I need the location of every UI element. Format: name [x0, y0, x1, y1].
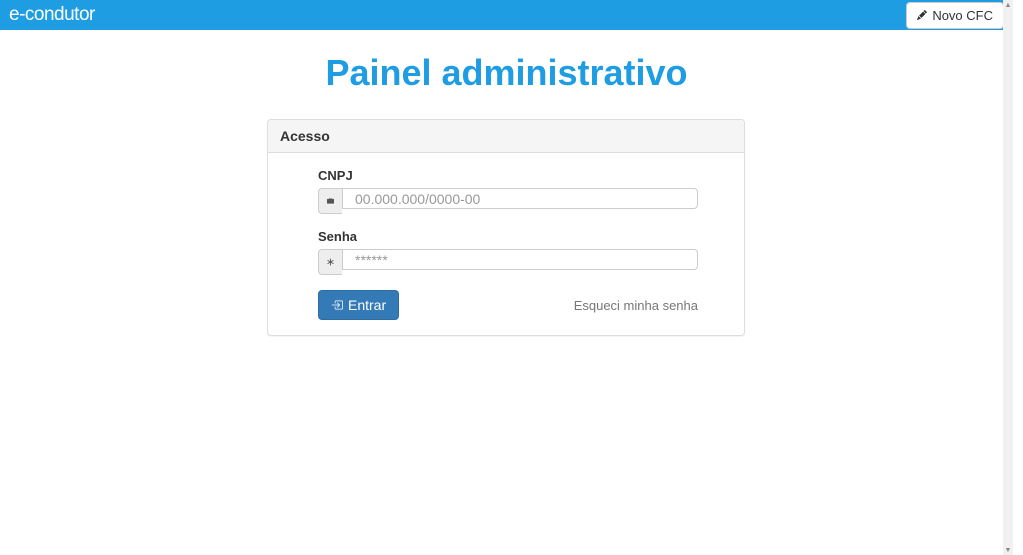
- panel-heading: Acesso: [268, 120, 744, 153]
- novo-cfc-label: Novo CFC: [932, 8, 993, 23]
- entrar-label: Entrar: [348, 297, 386, 313]
- forgot-password-link[interactable]: Esqueci minha senha: [574, 298, 698, 313]
- signin-icon: [331, 299, 343, 311]
- cnpj-input-group: [318, 188, 698, 214]
- briefcase-icon: [318, 188, 342, 214]
- cnpj-label: CNPJ: [318, 168, 729, 183]
- navbar: e-condutor Novo CFC: [0, 0, 1013, 30]
- asterisk-icon: [318, 249, 342, 275]
- cnpj-group: CNPJ: [318, 168, 729, 214]
- scrollbar-down-arrow[interactable]: ▼: [1003, 545, 1013, 555]
- cnpj-input[interactable]: [342, 188, 698, 209]
- panel-body: CNPJ Senha: [268, 153, 744, 335]
- pencil-icon: [917, 10, 927, 20]
- senha-input-group: [318, 249, 698, 275]
- logo: e-condutor: [9, 4, 95, 26]
- page-title: Painel administrativo: [0, 52, 1013, 94]
- entrar-button[interactable]: Entrar: [318, 290, 399, 320]
- senha-group: Senha: [318, 229, 729, 275]
- novo-cfc-button[interactable]: Novo CFC: [906, 2, 1004, 29]
- scrollbar-up-arrow[interactable]: ▲: [1003, 0, 1013, 10]
- senha-label: Senha: [318, 229, 729, 244]
- scrollbar[interactable]: ▲ ▼: [1003, 0, 1013, 555]
- login-panel: Acesso CNPJ Senha: [267, 119, 745, 336]
- senha-input[interactable]: [342, 249, 698, 270]
- form-footer: Entrar Esqueci minha senha: [318, 290, 698, 320]
